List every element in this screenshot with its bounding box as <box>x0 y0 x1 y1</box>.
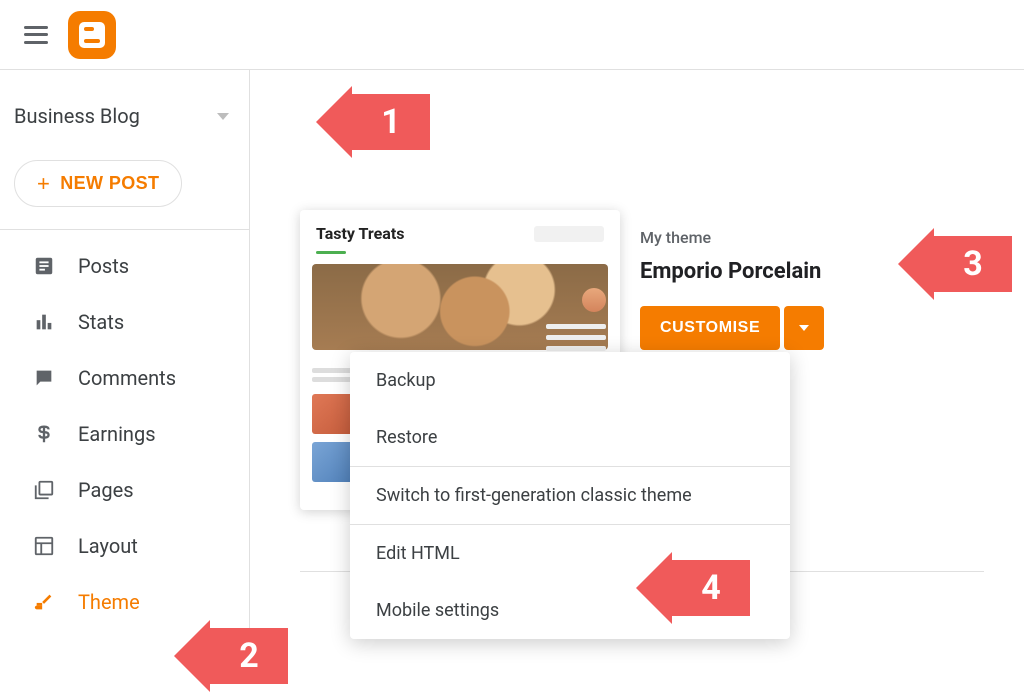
preview-avatar <box>582 288 606 312</box>
sidebar-item-layout[interactable]: Layout <box>0 518 249 574</box>
sidebar-item-earnings[interactable]: Earnings <box>0 406 249 462</box>
layout-icon <box>32 534 56 558</box>
sidebar-item-label: Posts <box>78 254 129 278</box>
chevron-down-icon <box>217 113 229 120</box>
new-post-button[interactable]: + NEW POST <box>14 160 182 207</box>
menu-item-restore[interactable]: Restore <box>350 409 790 466</box>
menu-item-classic-theme[interactable]: Switch to first-generation classic theme <box>350 467 790 524</box>
earnings-icon <box>32 422 56 446</box>
sidebar-item-comments[interactable]: Comments <box>0 350 249 406</box>
sidebar-item-label: Stats <box>78 310 124 334</box>
new-post-label: NEW POST <box>60 173 159 194</box>
stats-icon <box>32 310 56 334</box>
hamburger-icon[interactable] <box>24 26 48 44</box>
callout-number: 2 <box>210 628 288 684</box>
callout-4: 4 <box>636 552 750 624</box>
posts-icon <box>32 254 56 278</box>
sidebar-item-label: Theme <box>78 590 140 614</box>
customise-dropdown-button[interactable] <box>784 306 824 350</box>
callout-3: 3 <box>898 228 1012 300</box>
sidebar-item-pages[interactable]: Pages <box>0 462 249 518</box>
callout-2: 2 <box>174 620 288 692</box>
sidebar: Business Blog + NEW POST Posts Stats Com… <box>0 70 250 682</box>
sidebar-item-label: Layout <box>78 534 138 558</box>
my-theme-label: My theme <box>640 228 824 247</box>
callout-1: 1 <box>316 86 430 158</box>
sidebar-item-stats[interactable]: Stats <box>0 294 249 350</box>
menu-item-backup[interactable]: Backup <box>350 352 790 409</box>
preview-search-placeholder <box>534 226 604 242</box>
sidebar-item-posts[interactable]: Posts <box>0 238 249 294</box>
blog-name: Business Blog <box>14 104 140 128</box>
chevron-down-icon <box>799 325 809 331</box>
pages-icon <box>32 478 56 502</box>
callout-number: 3 <box>934 236 1012 292</box>
sidebar-item-label: Comments <box>78 366 176 390</box>
theme-info: My theme Emporio Porcelain CUSTOMISE <box>640 228 824 350</box>
theme-name: Emporio Porcelain <box>640 259 824 284</box>
callout-number: 4 <box>672 560 750 616</box>
callout-number: 1 <box>352 94 430 150</box>
theme-icon <box>32 590 56 614</box>
blogger-logo[interactable] <box>68 11 116 59</box>
divider <box>0 229 249 230</box>
preview-title: Tasty Treats <box>316 224 404 243</box>
blog-selector[interactable]: Business Blog <box>0 90 249 142</box>
app-header <box>0 0 1024 70</box>
customise-button[interactable]: CUSTOMISE <box>640 306 780 350</box>
sidebar-item-label: Earnings <box>78 422 156 446</box>
comments-icon <box>32 366 56 390</box>
sidebar-item-label: Pages <box>78 478 134 502</box>
